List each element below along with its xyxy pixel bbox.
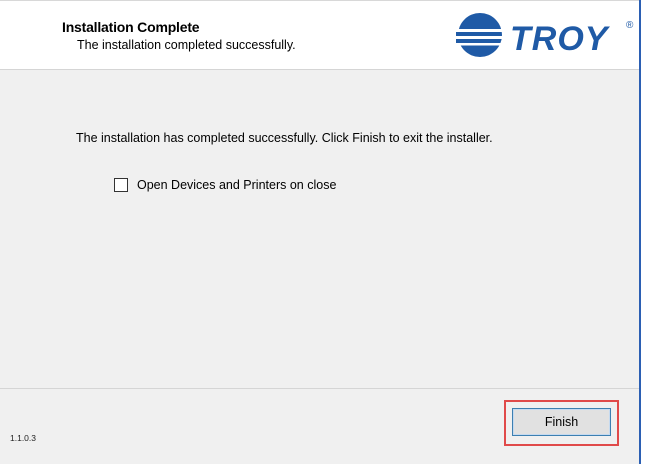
footer-divider [0, 388, 639, 389]
installer-window: Installation Complete The installation c… [0, 0, 650, 464]
header-title: Installation Complete [62, 19, 200, 35]
desktop-strip [641, 0, 650, 464]
version-label: 1.1.0.3 [10, 433, 36, 443]
completion-message: The installation has completed successfu… [76, 131, 493, 145]
header-subtitle: The installation completed successfully. [77, 38, 296, 52]
registered-mark: ® [626, 20, 634, 31]
installer-header: Installation Complete The installation c… [0, 1, 639, 70]
window-right-border [639, 0, 641, 464]
troy-logo: TROY ® [452, 13, 634, 58]
troy-globe-icon [452, 13, 508, 57]
open-devices-checkbox-label[interactable]: Open Devices and Printers on close [137, 178, 336, 192]
open-devices-checkbox[interactable] [114, 178, 128, 192]
troy-wordmark: TROY [510, 20, 611, 58]
finish-button[interactable]: Finish [512, 408, 611, 436]
open-devices-checkbox-row[interactable]: Open Devices and Printers on close [114, 178, 336, 192]
